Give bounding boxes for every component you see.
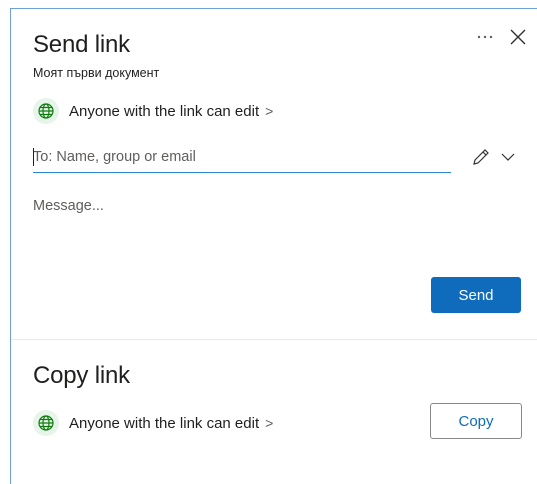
chevron-right-icon: >: [265, 415, 274, 431]
send-button[interactable]: Send: [431, 277, 521, 313]
close-icon[interactable]: [507, 26, 529, 48]
dialog-top-actions: [475, 26, 529, 48]
copy-link-title: Copy link: [33, 362, 130, 389]
chevron-down-icon: [500, 149, 516, 170]
message-field[interactable]: [33, 198, 513, 258]
recipient-input[interactable]: [33, 142, 451, 173]
chevron-right-icon: >: [265, 103, 274, 119]
document-name: Моят първи документ: [33, 66, 160, 80]
pencil-icon: [470, 146, 492, 173]
link-permission-dropdown[interactable]: [470, 146, 516, 173]
section-divider: [11, 339, 537, 340]
send-link-title: Send link: [33, 31, 130, 58]
copy-permission-label: Anyone with the link can edit: [69, 414, 260, 432]
send-permission-settings[interactable]: Anyone with the link can edit >: [33, 98, 273, 124]
text-caret: [33, 148, 34, 166]
copy-button[interactable]: Copy: [430, 403, 522, 439]
globe-icon: [33, 410, 59, 436]
more-options-icon[interactable]: [475, 27, 495, 47]
send-permission-label: Anyone with the link can edit: [69, 102, 260, 120]
copy-permission-settings[interactable]: Anyone with the link can edit >: [33, 410, 273, 436]
globe-icon: [33, 98, 59, 124]
